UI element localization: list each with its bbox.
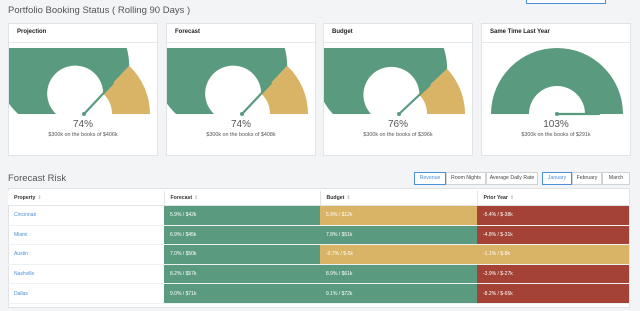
forecast-cell: 9.0% / $71k — [164, 283, 320, 304]
gauge-hub — [82, 112, 86, 116]
gauge-percent: 74% — [230, 119, 251, 130]
portfolio-title: Portfolio Booking Status ( Rolling 90 Da… — [8, 5, 191, 16]
january-button[interactable]: January — [542, 172, 572, 185]
forecast-cell: 6.9% / $45k — [164, 225, 320, 246]
last-year-gauge — [491, 48, 623, 116]
gauge-hub — [555, 112, 559, 116]
gauge-percent: 76% — [387, 119, 408, 130]
gauge-filled-arc — [491, 48, 623, 114]
table-row: Dallas 9.0% / $71k 9.1% / $72k -8.2% / $… — [8, 283, 629, 304]
card-title: Budget — [332, 29, 353, 35]
room-nights-button[interactable]: Room Nights — [446, 172, 486, 185]
card-projection: Projection 74% $300k on the books of $40… — [8, 23, 158, 156]
card-same-time-last-year: Same Time Last Year 103% $300k on the bo… — [481, 23, 631, 156]
forecast-risk-title: Forecast Risk — [8, 173, 67, 184]
column-header-forecast[interactable]: Forecast ⇕ — [164, 191, 321, 206]
table-row: Nashville 8.2% / $57k 8.9% / $61k -3.9% … — [8, 264, 629, 285]
divider — [167, 42, 315, 43]
budget-cell: 5.9% / $12k — [320, 205, 477, 226]
property-link[interactable]: Miami — [8, 225, 164, 246]
prior-year-cell: -8.2% / $-65k — [477, 283, 629, 304]
column-header-budget[interactable]: Budget ⇕ — [320, 191, 478, 206]
card-title: Projection — [17, 29, 47, 35]
divider — [482, 42, 630, 43]
forecast-cell: 8.2% / $57k — [164, 264, 320, 285]
gauge-caption: $300k on the books of $406k — [48, 132, 118, 138]
prior-year-cell: -1.1% / $-8k — [477, 244, 629, 265]
divider — [9, 42, 157, 43]
gauge-percent: 103% — [543, 119, 569, 130]
forecast-risk-table: Property ⇕ Forecast ⇕ Budget ⇕ Prior Year ⇕ … — [8, 191, 629, 304]
divider — [324, 42, 472, 43]
budget-gauge — [324, 48, 465, 116]
average-daily-rate-button[interactable]: Average Daily Rate — [486, 172, 538, 185]
prior-year-cell: -5.4% / $-38k — [477, 205, 629, 226]
gauge-caption: $300k on the books of $408k — [206, 132, 276, 138]
card-budget: Budget 76% $300k on the books of $396k — [323, 23, 473, 156]
february-button[interactable]: February — [572, 172, 602, 185]
column-header-prior-year[interactable]: Prior Year ⇕ — [477, 191, 629, 206]
table-row: Miami 6.9% / $45k 7.8% / $51k -4.8% / $-… — [8, 225, 629, 246]
card-title: Same Time Last Year — [490, 29, 550, 35]
forecast-gauge — [167, 48, 308, 116]
budget-cell: 8.9% / $61k — [320, 264, 477, 285]
card-forecast: Forecast 74% $300k on the books of $408k — [166, 23, 316, 156]
gauge-hub — [397, 112, 401, 116]
property-link[interactable]: Nashville — [8, 264, 164, 285]
revenue-button[interactable]: Revenue — [414, 172, 446, 185]
prior-year-cell: -3.9% / $-27k — [477, 264, 629, 285]
top-tab-stub[interactable] — [526, 0, 606, 4]
gauge-caption: $300k on the books of $396k — [363, 132, 433, 138]
gauge-hub — [240, 112, 244, 116]
property-link[interactable]: Dallas — [8, 283, 164, 304]
march-button[interactable]: March — [602, 172, 630, 185]
gauge-percent: 74% — [72, 119, 93, 130]
prior-year-cell: -4.8% / $-31k — [477, 225, 629, 246]
property-link[interactable]: Austin — [8, 244, 164, 265]
budget-cell: 7.8% / $51k — [320, 225, 477, 246]
forecast-cell: 7.0% / $50k — [164, 244, 320, 265]
table-row: Cincinnati 5.9% / $42k 5.9% / $12k -5.4%… — [8, 205, 629, 226]
column-header-property[interactable]: Property ⇕ — [8, 191, 165, 206]
budget-cell: 9.1% / $72k — [320, 283, 477, 304]
card-title: Forecast — [175, 29, 201, 35]
forecast-cell: 5.9% / $42k — [164, 205, 320, 226]
gauge-caption: $300k on the books of $291k — [521, 132, 591, 138]
projection-gauge — [9, 48, 150, 116]
property-link[interactable]: Cincinnati — [8, 205, 164, 226]
table-header-row: Property ⇕ Forecast ⇕ Budget ⇕ Prior Year ⇕ — [8, 191, 629, 206]
table-row: Austin 7.0% / $50k -0.7% / $-5k -1.1% / … — [8, 244, 629, 265]
budget-cell: -0.7% / $-5k — [320, 244, 477, 265]
